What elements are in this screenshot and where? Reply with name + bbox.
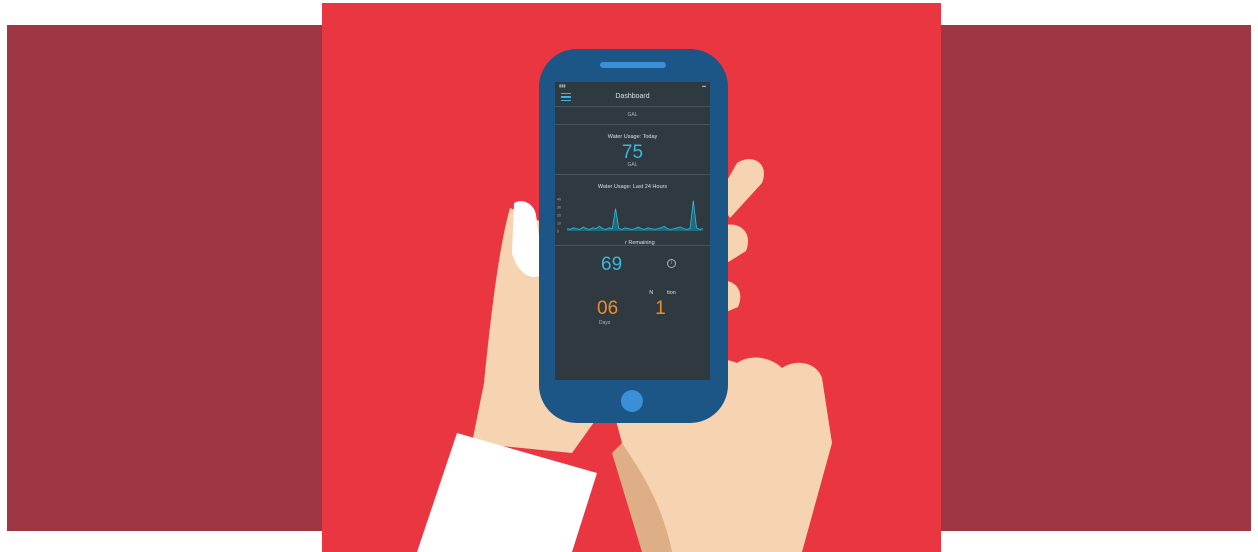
y-tick-label: 40 [557,198,561,202]
y-tick-label: 20 [557,214,561,218]
usage-area [567,200,703,231]
y-tick-label: 30 [557,206,561,210]
status-bar: ▮▮▮ ▬ [555,82,710,90]
next-service-days-label: Days [599,320,611,326]
filter-remaining-title: r Remaining [625,240,655,246]
next-service-value-end: 1 [655,298,666,319]
phone-speaker [600,62,666,68]
filter-remaining-value: 69 [601,254,623,275]
home-button[interactable] [621,390,643,412]
right-background-panel [938,25,1251,531]
filter-remaining: r Remaining 69 i [555,240,710,275]
last24-usage-title: Water Usage: Last 24 Hours [597,184,668,190]
app-header: Dashboard [555,90,710,107]
today-usage-unit: GAL [627,162,638,168]
battery-icon: ▬ [702,83,706,88]
usage-chart: 40 30 20 10 0 [555,195,710,239]
smartphone: ▮▮▮ ▬ Dashboard GAL Water Usage: Today 75… [539,49,728,423]
phone-screen: ▮▮▮ ▬ Dashboard GAL Water Usage: Today 75… [555,82,710,380]
today-usage-value: 75 [621,142,644,163]
y-tick-label: 10 [557,222,561,226]
illustration-panel: ▮▮▮ ▬ Dashboard GAL Water Usage: Today 75… [322,3,941,552]
next-service-value: 06 1 [597,298,666,320]
next-service-value-start: 06 [597,298,619,319]
page-title: Dashboard [615,93,650,100]
top-unit-label: GAL [555,112,710,125]
signal-icon: ▮▮▮ [559,83,566,88]
y-tick-label: 0 [557,230,559,234]
info-icon[interactable]: i [667,259,676,268]
today-usage-title: Water Usage: Today [607,134,658,140]
left-background-panel [7,25,325,531]
next-service-countdown: 06 1 Days [555,296,710,326]
usage-line [566,200,704,230]
